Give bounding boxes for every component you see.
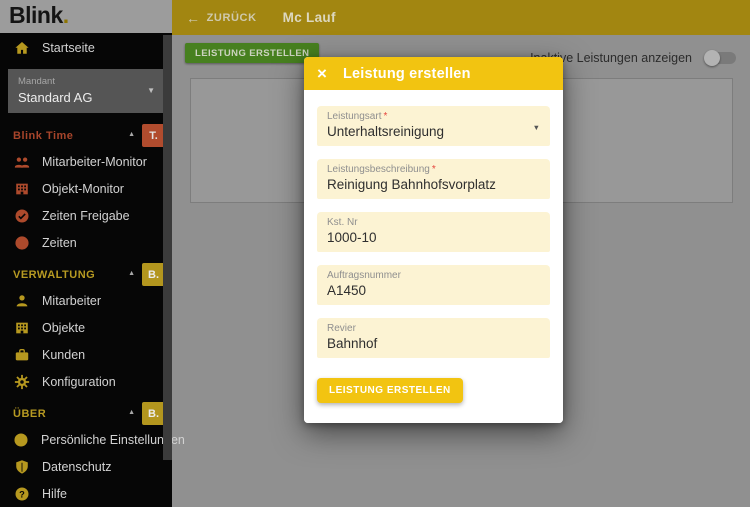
sidebar: Startseite Mandant Standard AG ▼ Blink T… [0, 33, 172, 507]
sidebar-item-objekt-monitor[interactable]: Objekt-Monitor [0, 175, 172, 202]
sidebar-item-zeiten-freigabe[interactable]: Zeiten Freigabe [0, 202, 172, 229]
logo-text: Blink [9, 2, 63, 28]
mandant-label: Mandant [18, 76, 154, 87]
section-heading-blink-time[interactable]: Blink Time ▲ T. [0, 123, 172, 148]
building-icon [13, 319, 30, 336]
required-marker: * [432, 164, 436, 175]
check-circle-icon [13, 207, 30, 224]
sidebar-item-startseite[interactable]: Startseite [0, 33, 172, 63]
field-value: 1000-10 [327, 230, 540, 246]
mandant-value: Standard AG [18, 90, 154, 105]
sidebar-item-hilfe[interactable]: ? Hilfe [0, 480, 172, 507]
sidebar-section-verwaltung: VERWALTUNG ▲ B. Mitarbeiter Objekte [0, 262, 172, 395]
section-badge: B. [142, 263, 165, 286]
sidebar-item-kunden[interactable]: Kunden [0, 341, 172, 368]
section-heading-verwaltung[interactable]: VERWALTUNG ▲ B. [0, 262, 172, 287]
sidebar-section-blink-time: Blink Time ▲ T. Mitarbeiter-Monitor Obje… [0, 123, 172, 256]
building-icon [13, 180, 30, 197]
sidebar-item-zeiten[interactable]: Zeiten [0, 229, 172, 256]
required-marker: * [383, 111, 387, 122]
nav-label: Kunden [42, 348, 85, 362]
submit-button[interactable]: LEISTUNG ERSTELLEN [317, 378, 463, 403]
chevron-down-icon: ▼ [533, 123, 540, 132]
field-value: Unterhaltsreinigung [327, 124, 540, 140]
sidebar-item-objekte[interactable]: Objekte [0, 314, 172, 341]
collapse-icon: ▲ [128, 131, 135, 138]
field-revier[interactable]: Revier Bahnhof [317, 318, 550, 358]
back-button[interactable]: ← ZURÜCK [186, 10, 257, 26]
field-leistungsbeschreibung[interactable]: Leistungsbeschreibung* Reinigung Bahnhof… [317, 159, 550, 199]
logo-dot: . [63, 2, 69, 28]
section-title: Blink Time [13, 130, 73, 142]
modal-title: Leistung erstellen [343, 66, 471, 82]
sidebar-section-ueber: ÜBER ▲ B. Persönliche Einstellungen Date… [0, 401, 172, 507]
field-label: Leistungsart [327, 111, 381, 122]
field-value: Reinigung Bahnhofsvorplatz [327, 177, 540, 193]
sidebar-item-datenschutz[interactable]: Datenschutz [0, 453, 172, 480]
inactive-leistungen-toggle[interactable] [706, 52, 736, 64]
field-value: A1450 [327, 283, 540, 299]
collapse-icon: ▲ [128, 270, 135, 277]
person-icon [13, 292, 30, 309]
field-leistungsart[interactable]: Leistungsart* Unterhaltsreinigung ▼ [317, 106, 550, 146]
field-auftragsnummer[interactable]: Auftragsnummer A1450 [317, 265, 550, 305]
gear-icon [13, 373, 30, 390]
sidebar-item-persoenliche-einstellungen[interactable]: Persönliche Einstellungen [0, 426, 172, 453]
nav-label: Konfiguration [42, 375, 116, 389]
home-icon [13, 40, 30, 57]
create-leistung-button[interactable]: LEISTUNG ERSTELLEN [185, 43, 319, 63]
help-icon: ? [13, 485, 30, 502]
section-badge: B. [142, 402, 165, 425]
app-header: ← ZURÜCK Mc Lauf [172, 0, 750, 35]
nav-label: Mitarbeiter-Monitor [42, 155, 147, 169]
page-title: Mc Lauf [283, 10, 336, 25]
field-label: Revier [327, 323, 356, 334]
back-label: ZURÜCK [207, 12, 257, 24]
nav-label: Startseite [42, 41, 95, 55]
sidebar-item-konfiguration[interactable]: Konfiguration [0, 368, 172, 395]
mandant-select[interactable]: Mandant Standard AG ▼ [8, 69, 164, 113]
nav-label: Zeiten Freigabe [42, 209, 130, 223]
nav-label: Datenschutz [42, 460, 111, 474]
collapse-icon: ▲ [128, 409, 135, 416]
close-icon[interactable]: × [317, 65, 327, 82]
field-kst-nr[interactable]: Kst. Nr 1000-10 [317, 212, 550, 252]
modal-body: Leistungsart* Unterhaltsreinigung ▼ Leis… [304, 90, 563, 423]
field-value: Bahnhof [327, 336, 540, 352]
section-badge: T. [142, 124, 165, 147]
nav-label: Objekte [42, 321, 85, 335]
field-label: Leistungsbeschreibung [327, 164, 430, 175]
info-icon [13, 431, 29, 448]
section-title: ÜBER [13, 408, 46, 420]
sidebar-scrollbar[interactable] [163, 35, 172, 460]
section-heading-ueber[interactable]: ÜBER ▲ B. [0, 401, 172, 426]
modal-header: × Leistung erstellen [304, 57, 563, 90]
nav-label: Hilfe [42, 487, 67, 501]
field-label: Kst. Nr [327, 217, 358, 228]
field-label: Auftragsnummer [327, 270, 401, 281]
back-arrow-icon: ← [186, 10, 201, 26]
sidebar-item-mitarbeiter-monitor[interactable]: Mitarbeiter-Monitor [0, 148, 172, 175]
logo: Blink. [0, 0, 172, 33]
shield-icon [13, 458, 30, 475]
section-title: VERWALTUNG [13, 269, 95, 281]
svg-text:?: ? [19, 489, 25, 499]
sidebar-item-mitarbeiter[interactable]: Mitarbeiter [0, 287, 172, 314]
briefcase-icon [13, 346, 30, 363]
modal-leistung-erstellen: × Leistung erstellen Leistungsart* Unter… [304, 57, 563, 423]
people-icon [13, 153, 30, 170]
toggle-knob [704, 50, 720, 66]
chevron-down-icon: ▼ [147, 86, 155, 95]
nav-label: Zeiten [42, 236, 77, 250]
clock-icon [13, 234, 30, 251]
nav-label: Objekt-Monitor [42, 182, 124, 196]
nav-label: Mitarbeiter [42, 294, 101, 308]
